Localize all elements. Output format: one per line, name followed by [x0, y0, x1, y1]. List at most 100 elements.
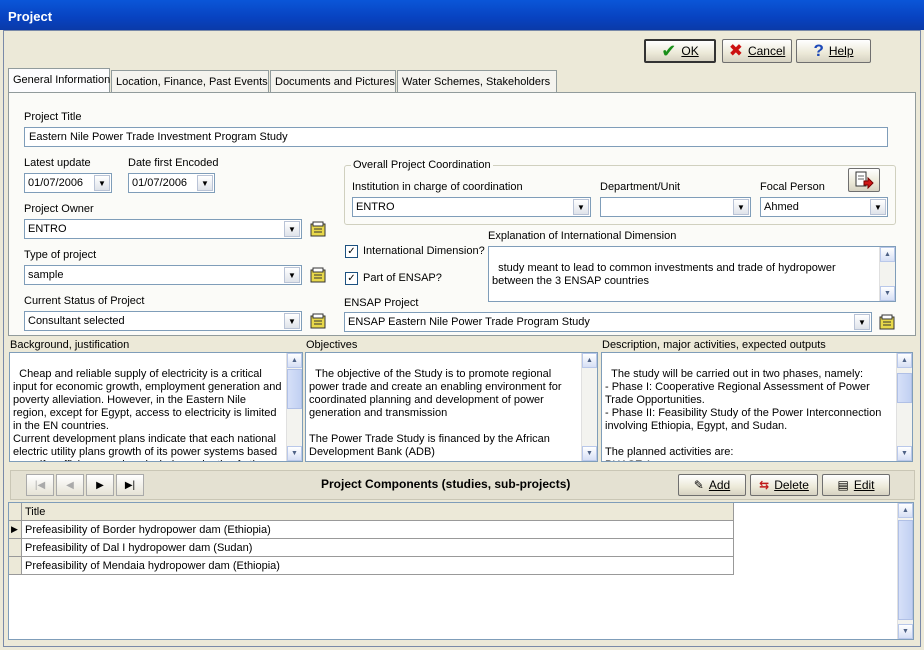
scroll-thumb[interactable]	[287, 369, 302, 409]
objectives-text: The objective of the Study is to promote…	[309, 368, 562, 458]
tab-location-finance[interactable]: Location, Finance, Past Events	[111, 70, 269, 92]
scroll-up-icon[interactable]: ▲	[898, 503, 913, 518]
part-of-ensap-checkbox[interactable]: ✓	[345, 272, 358, 285]
lookup-list-icon[interactable]	[308, 265, 328, 285]
department-label: Department/Unit	[600, 181, 681, 193]
delete-icon: ⇆	[759, 478, 770, 492]
close-icon: ✖	[728, 41, 743, 60]
tab-general-information[interactable]: General Information	[8, 68, 110, 93]
chevron-down-icon[interactable]: ▼	[854, 314, 870, 330]
grid-header-indicator	[9, 503, 22, 521]
scroll-down-icon[interactable]: ▼	[897, 446, 912, 461]
chevron-down-icon[interactable]: ▼	[573, 199, 589, 215]
focal-person-label: Focal Person	[760, 181, 825, 193]
description-textarea[interactable]: The study will be carried out in two pha…	[601, 352, 913, 462]
background-textarea[interactable]: Cheap and reliable supply of electricity…	[9, 352, 303, 462]
table-cell-title[interactable]: Prefeasibility of Dal I hydropower dam (…	[22, 539, 734, 557]
project-title-input[interactable]: Eastern Nile Power Trade Investment Prog…	[24, 127, 888, 147]
edit-document-icon: ▤	[837, 478, 849, 492]
add-component-button[interactable]: ✎ Add	[678, 474, 746, 496]
open-person-button[interactable]	[848, 168, 880, 192]
tab-documents-pictures[interactable]: Documents and Pictures	[270, 70, 396, 92]
table-cell-title[interactable]: Prefeasibility of Border hydropower dam …	[22, 521, 734, 539]
lookup-list-icon[interactable]	[308, 311, 328, 331]
project-owner-label: Project Owner	[24, 203, 94, 215]
chevron-down-icon[interactable]: ▼	[284, 313, 300, 329]
department-select[interactable]: ▼	[600, 197, 751, 217]
tab-water-schemes[interactable]: Water Schemes, Stakeholders	[397, 70, 557, 92]
question-icon: ?	[813, 41, 824, 60]
background-label: Background, justification	[10, 339, 130, 351]
current-status-label: Current Status of Project	[24, 295, 145, 307]
project-title-label: Project Title	[24, 111, 82, 123]
description-scrollbar[interactable]: ▲ ▼	[896, 353, 912, 461]
objectives-textarea[interactable]: The objective of the Study is to promote…	[305, 352, 598, 462]
delete-label: Delete	[774, 478, 809, 492]
part-of-ensap-label: Part of ENSAP?	[363, 272, 442, 284]
edit-component-button[interactable]: ▤ Edit	[822, 474, 890, 496]
table-cell-title[interactable]: Prefeasibility of Mendaia hydropower dam…	[22, 557, 734, 575]
scroll-down-icon[interactable]: ▼	[898, 624, 913, 639]
delete-component-button[interactable]: ⇆ Delete	[750, 474, 818, 496]
ensap-project-value: ENSAP Eastern Nile Power Trade Program S…	[348, 316, 590, 328]
grid-column-title[interactable]: Title	[22, 503, 734, 521]
project-owner-value: ENTRO	[28, 223, 67, 235]
background-scrollbar[interactable]: ▲ ▼	[286, 353, 302, 461]
current-status-select[interactable]: Consultant selected ▼	[24, 311, 302, 331]
last-record-icon[interactable]: ▶|	[116, 474, 144, 496]
row-indicator[interactable]: ▶	[9, 521, 22, 539]
chevron-down-icon[interactable]: ▼	[733, 199, 749, 215]
institution-value: ENTRO	[356, 201, 395, 213]
window-title: Project	[8, 9, 53, 24]
explanation-scrollbar[interactable]: ▲ ▼	[879, 247, 895, 301]
chevron-down-icon[interactable]: ▼	[284, 221, 300, 237]
type-of-project-select[interactable]: sample ▼	[24, 265, 302, 285]
grid-scrollbar[interactable]: ▲ ▼	[897, 503, 913, 639]
scroll-up-icon[interactable]: ▲	[880, 247, 895, 262]
scroll-thumb[interactable]	[897, 373, 912, 403]
lookup-list-icon[interactable]	[877, 312, 897, 332]
record-navigator: |◀ ◀ ▶ ▶|	[26, 474, 146, 496]
help-label: Help	[828, 44, 854, 58]
explanation-textarea[interactable]: study meant to lead to common investment…	[488, 246, 896, 302]
ok-button[interactable]: ✔ OK	[644, 39, 716, 63]
prev-record-icon[interactable]: ◀	[56, 474, 84, 496]
scroll-down-icon[interactable]: ▼	[287, 446, 302, 461]
scroll-up-icon[interactable]: ▲	[582, 353, 597, 368]
next-record-icon[interactable]: ▶	[86, 474, 114, 496]
current-row-icon: ▶	[11, 524, 18, 534]
international-dimension-checkbox[interactable]: ✓	[345, 245, 358, 258]
objectives-scrollbar[interactable]: ▲ ▼	[581, 353, 597, 461]
window-title-bar: Project	[0, 0, 924, 30]
chevron-down-icon[interactable]: ▼	[870, 199, 886, 215]
institution-select[interactable]: ENTRO ▼	[352, 197, 591, 217]
latest-update-label: Latest update	[24, 157, 91, 169]
row-indicator[interactable]	[9, 539, 22, 557]
lookup-list-icon[interactable]	[308, 219, 328, 239]
chevron-down-icon[interactable]: ▼	[284, 267, 300, 283]
latest-update-date-picker[interactable]: 01/07/2006 ▼	[24, 173, 112, 193]
description-label: Description, major activities, expected …	[602, 339, 826, 351]
project-owner-select[interactable]: ENTRO ▼	[24, 219, 302, 239]
international-dimension-label: International Dimension?	[363, 245, 485, 257]
chevron-down-icon[interactable]: ▼	[197, 175, 213, 191]
first-record-icon[interactable]: |◀	[26, 474, 54, 496]
scroll-down-icon[interactable]: ▼	[880, 286, 895, 301]
chevron-down-icon[interactable]: ▼	[94, 175, 110, 191]
pencil-icon: ✎	[693, 478, 704, 492]
scroll-thumb[interactable]	[898, 520, 913, 620]
background-text: Cheap and reliable supply of electricity…	[13, 368, 282, 461]
focal-person-select[interactable]: Ahmed ▼	[760, 197, 888, 217]
cancel-button[interactable]: ✖ Cancel	[722, 39, 792, 63]
scroll-up-icon[interactable]: ▲	[897, 353, 912, 368]
checkmark-icon: ✔	[661, 41, 677, 61]
add-label: Add	[708, 478, 731, 492]
scroll-down-icon[interactable]: ▼	[582, 446, 597, 461]
date-first-encoded-picker[interactable]: 01/07/2006 ▼	[128, 173, 215, 193]
help-button[interactable]: ? Help	[796, 39, 871, 63]
ensap-project-select[interactable]: ENSAP Eastern Nile Power Trade Program S…	[344, 312, 872, 332]
edit-label: Edit	[853, 478, 875, 492]
scroll-up-icon[interactable]: ▲	[287, 353, 302, 368]
coordination-group-title: Overall Project Coordination	[351, 159, 493, 171]
row-indicator[interactable]	[9, 557, 22, 575]
